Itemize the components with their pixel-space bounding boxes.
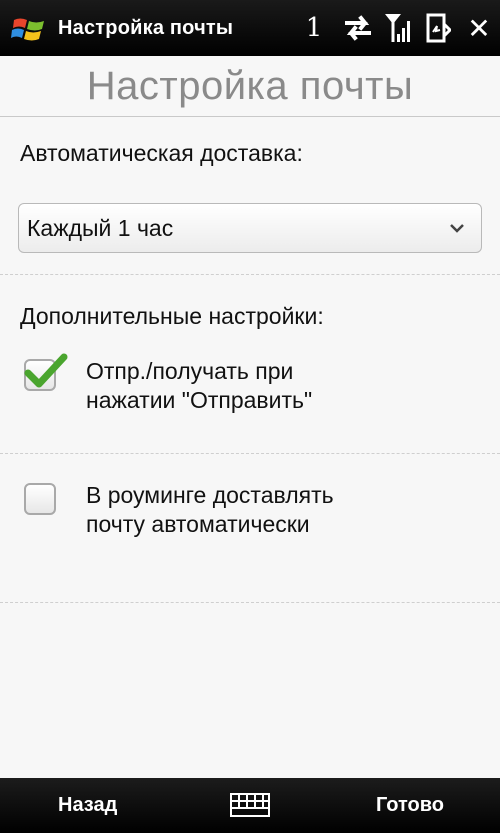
status-bar: Настройка почты 1 ✕ [0, 0, 500, 56]
delivery-dropdown[interactable]: Каждый 1 час [18, 203, 482, 253]
data-transfer-icon[interactable] [338, 0, 378, 56]
send-receive-label-line1: Отпр./получать при [86, 358, 294, 384]
back-button[interactable]: Назад [58, 778, 117, 833]
notification-count[interactable]: 1 [294, 13, 334, 43]
roaming-label-line2: почту автоматически [86, 511, 310, 537]
delivery-label: Автоматическая доставка: [20, 140, 303, 166]
keyboard-icon[interactable] [229, 792, 271, 818]
advanced-label: Дополнительные настройки: [20, 303, 324, 329]
chevron-down-icon [450, 224, 464, 233]
option-send-receive-row[interactable]: Отпр./получать при нажатии "Отправить" [24, 353, 486, 417]
send-receive-checkbox[interactable] [24, 353, 68, 391]
signal-icon[interactable] [378, 0, 418, 56]
title-divider [0, 116, 500, 117]
section-divider [0, 274, 500, 275]
delivery-selected-value: Каждый 1 час [27, 215, 174, 241]
battery-icon[interactable] [418, 0, 458, 56]
windows-start-button[interactable] [0, 0, 58, 56]
send-receive-label-line2: нажатии "Отправить" [86, 387, 313, 413]
softkey-bar: Назад Готово [0, 778, 500, 833]
windows-start-icon [11, 18, 44, 41]
roaming-label: В роуминге доставлять почту автоматическ… [86, 481, 486, 539]
checkmark-icon [24, 353, 68, 388]
status-title: Настройка почты [58, 16, 234, 39]
option-roaming-row[interactable]: В роуминге доставлять почту автоматическ… [24, 481, 484, 541]
option-divider [0, 453, 500, 454]
roaming-label-line1: В роуминге доставлять [86, 482, 334, 508]
page-title: Настройка почты [86, 64, 414, 108]
send-receive-label: Отпр./получать при нажатии "Отправить" [86, 357, 486, 415]
option-divider [0, 602, 500, 603]
roaming-checkbox[interactable] [24, 483, 56, 515]
close-icon[interactable]: ✕ [458, 0, 500, 56]
done-button[interactable]: Готово [376, 778, 444, 833]
